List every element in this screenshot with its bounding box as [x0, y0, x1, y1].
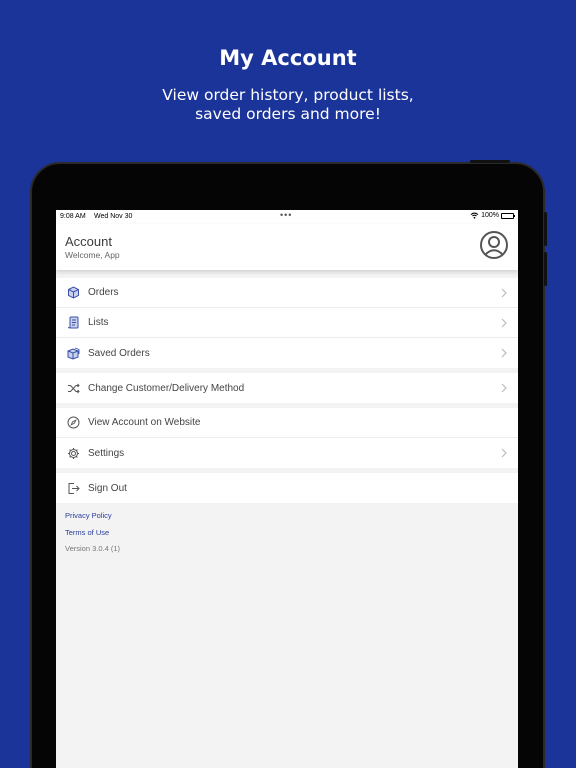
tablet-power-button — [470, 160, 510, 163]
footer-links: Privacy Policy Terms of Use Version 3.0.… — [56, 503, 518, 558]
menu-item-saved-orders-label: Saved Orders — [88, 347, 150, 359]
wifi-icon — [470, 212, 479, 219]
status-time: 9:08 AM — [60, 213, 86, 220]
compass-icon — [66, 416, 80, 430]
list-scroll-icon — [66, 316, 80, 330]
menu-group-customer: Change Customer/Delivery Method — [56, 373, 518, 403]
chevron-right-icon — [501, 318, 507, 328]
battery-icon — [501, 212, 515, 219]
menu-item-change-customer-label: Change Customer/Delivery Method — [88, 382, 245, 394]
menu-group-orders: Orders Lists Saved Orders — [56, 278, 518, 368]
tablet-volume-up-button — [544, 212, 547, 246]
menu-item-change-customer[interactable]: Change Customer/Delivery Method — [56, 373, 518, 403]
promo-title: My Account — [219, 46, 357, 70]
menu-item-view-account-label: View Account on Website — [88, 417, 201, 428]
menu-item-lists-label: Lists — [88, 317, 109, 328]
menu-item-view-account-website[interactable]: View Account on Website — [56, 408, 518, 438]
user-avatar-icon[interactable] — [479, 230, 509, 260]
gear-icon — [66, 446, 80, 460]
terms-of-use-link[interactable]: Terms of Use — [65, 525, 509, 542]
menu-item-sign-out-label: Sign Out — [88, 482, 127, 494]
promo-subtitle: View order history, product lists, saved… — [0, 86, 576, 124]
chevron-right-icon — [501, 288, 507, 298]
box-icon — [66, 286, 80, 300]
sign-out-icon — [66, 481, 80, 495]
menu-item-settings[interactable]: Settings — [56, 438, 518, 468]
account-header: Account Welcome, App — [56, 224, 518, 270]
saved-boxes-icon — [66, 346, 80, 360]
chevron-right-icon — [501, 383, 507, 393]
menu-item-saved-orders[interactable]: Saved Orders — [56, 338, 518, 368]
chevron-right-icon — [501, 448, 507, 458]
promo-subtitle-line-2: saved orders and more! — [195, 105, 381, 123]
app-version: Version 3.0.4 (1) — [65, 544, 121, 553]
multitasking-dots-icon[interactable]: ••• — [280, 210, 292, 220]
menu-item-orders[interactable]: Orders — [56, 278, 518, 308]
menu-item-lists[interactable]: Lists — [56, 308, 518, 338]
app-screen: 9:08 AM Wed Nov 30 ••• 100% Account Welc… — [56, 210, 518, 768]
status-date: Wed Nov 30 — [94, 213, 133, 220]
promo-subtitle-line-1: View order history, product lists, — [162, 86, 414, 104]
page-title: Account — [65, 234, 112, 249]
tablet-volume-down-button — [544, 252, 547, 286]
battery-percent: 100% — [481, 212, 499, 219]
menu-item-sign-out[interactable]: Sign Out — [56, 473, 518, 503]
shuffle-icon — [66, 381, 80, 395]
menu-group-sign-out: Sign Out — [56, 473, 518, 503]
privacy-policy-link[interactable]: Privacy Policy — [65, 508, 509, 525]
chevron-right-icon — [501, 348, 507, 358]
menu-group-account: View Account on Website Settings — [56, 408, 518, 468]
status-right: 100% — [470, 212, 515, 219]
status-bar: 9:08 AM Wed Nov 30 ••• 100% — [56, 210, 518, 224]
welcome-text: Welcome, App — [65, 250, 120, 260]
menu-item-settings-label: Settings — [88, 447, 125, 459]
menu-item-orders-label: Orders — [88, 287, 119, 298]
